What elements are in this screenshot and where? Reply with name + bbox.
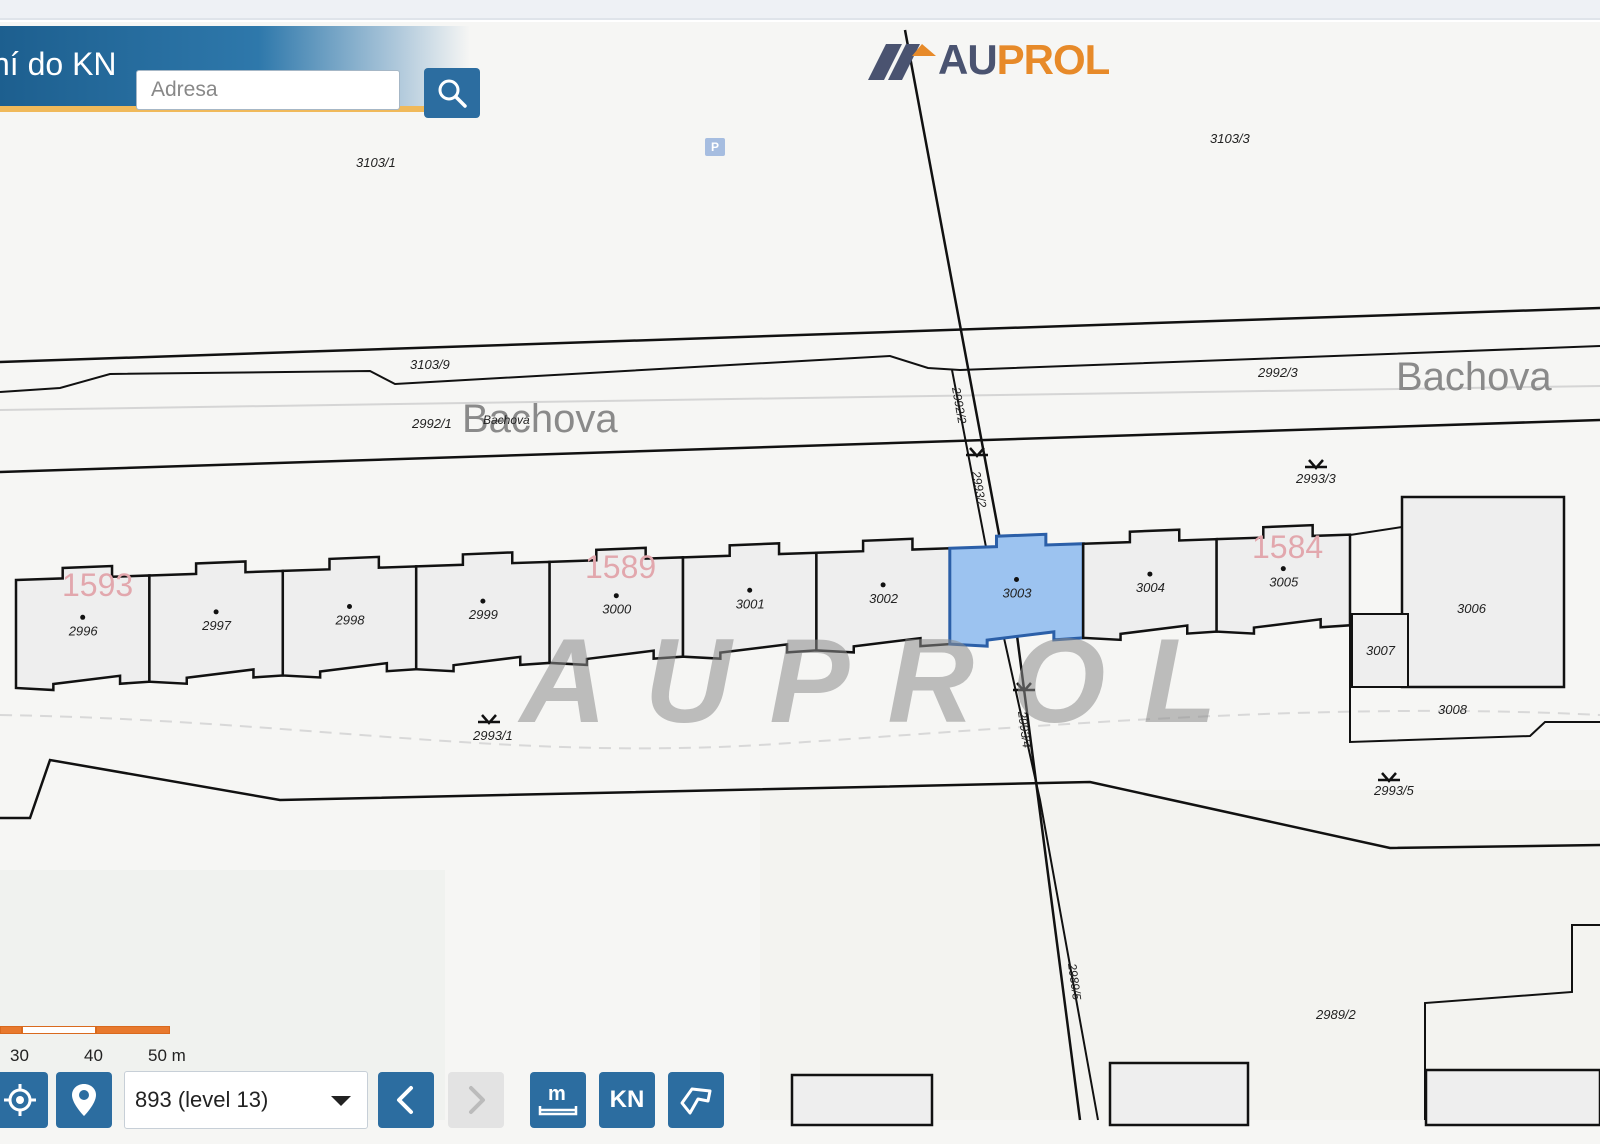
building-label-2998: 2998 — [335, 612, 366, 627]
parcel-label-2993-1: 2993/1 — [472, 728, 513, 743]
chevron-right-icon — [469, 1086, 485, 1114]
parcel-label-3103-1: 3103/1 — [356, 155, 396, 170]
watermark: AUPROL — [520, 614, 1255, 748]
parcel-label-3103-9: 3103/9 — [410, 357, 450, 372]
scale-label-40: 40 — [84, 1046, 103, 1065]
building-label-3001: 3001 — [736, 596, 765, 611]
parcel-label-2992-1: 2992/1 — [411, 416, 452, 431]
building-label-2997: 2997 — [201, 618, 232, 633]
parcel-label-3006: 3006 — [1457, 601, 1487, 616]
building-point-2997 — [213, 609, 219, 615]
search-icon — [438, 79, 467, 108]
building-point-2999 — [480, 598, 486, 604]
address-search-panel: ní do KN Adresa — [0, 26, 480, 118]
measure-icon-letter: m — [548, 1083, 566, 1105]
chevron-down-icon — [331, 1096, 351, 1106]
scale-segment-1 — [0, 1026, 22, 1034]
building-south-2 — [1108, 1061, 1250, 1127]
scale-label-50m: 50 m — [148, 1046, 186, 1065]
cadastral-map[interactable]: 2996 2997 2998 2999 3000 3001 3002 3003 3004 3005… — [0, 22, 1600, 1144]
building-point-2996 — [80, 614, 86, 620]
building-south-3 — [1424, 1068, 1600, 1127]
parcel-label-2989-2: 2989/2 — [1315, 1007, 1357, 1022]
measure-button[interactable]: m — [530, 1072, 586, 1128]
zoom-level-select[interactable]: 893 (level 13) — [124, 1071, 368, 1129]
building-point-3005 — [1280, 566, 1286, 572]
building-point-3004 — [1147, 571, 1153, 577]
logo-text-left: AU — [938, 36, 998, 83]
ruler-icon: m — [538, 1083, 578, 1116]
street-name-right: Bachova — [1396, 355, 1552, 399]
next-view-button[interactable] — [448, 1072, 504, 1128]
top-browser-strip — [0, 0, 1600, 20]
parcel-label-2993-5: 2993/5 — [1373, 783, 1415, 798]
place-marker-button[interactable] — [56, 1072, 112, 1128]
scale-label-30: 30 — [10, 1046, 29, 1065]
scale-segment-2 — [22, 1026, 96, 1034]
crosshair-icon — [4, 1084, 36, 1116]
building-point-3003 — [1014, 576, 1019, 582]
building-3006-outline — [1400, 495, 1566, 689]
parcel-label-3103-3: 3103/3 — [1210, 131, 1251, 146]
logo-text-right: PROL — [996, 36, 1111, 83]
area-select-button[interactable] — [668, 1072, 724, 1128]
parcel-label-2992-3: 2992/3 — [1257, 365, 1299, 380]
parcel-label-3008: 3008 — [1438, 702, 1468, 717]
cadastre-kn-button[interactable]: KN — [599, 1072, 655, 1128]
scale-bar — [0, 1026, 170, 1036]
building-point-3000 — [613, 593, 619, 599]
parking-icon: P — [705, 138, 725, 156]
parcel-label-3007: 3007 — [1366, 643, 1396, 658]
sheet-number-right: 1584 — [1252, 529, 1323, 565]
building-label-2996: 2996 — [68, 623, 99, 638]
building-label-2999: 2999 — [468, 607, 498, 622]
building-south-1 — [790, 1073, 934, 1127]
sheet-number-left: 1593 — [62, 567, 133, 603]
parcel-label-2993-3: 2993/3 — [1295, 471, 1337, 486]
zoom-level-value: 893 (level 13) — [135, 1087, 269, 1112]
chevron-left-icon — [397, 1086, 413, 1114]
building-label-3005: 3005 — [1269, 575, 1299, 590]
sheet-number-middle: 1589 — [585, 549, 656, 585]
auprol-logo: AUPROL — [868, 36, 1130, 88]
building-label-3002: 3002 — [869, 591, 899, 606]
scale-segment-3 — [96, 1026, 170, 1034]
building-label-3004: 3004 — [1136, 580, 1165, 595]
street-name-small: Bachova — [483, 413, 530, 427]
locate-me-button[interactable] — [0, 1072, 48, 1128]
building-point-3001 — [747, 587, 753, 593]
kn-label: KN — [609, 1086, 645, 1113]
address-search-input[interactable]: Adresa — [136, 70, 400, 110]
building-label-3003: 3003 — [1003, 585, 1033, 600]
map-pin-icon — [72, 1084, 96, 1116]
logo-mark-icon — [868, 44, 936, 80]
polygon-select-icon — [680, 1087, 712, 1115]
logo-text: AUPROL — [938, 36, 1111, 84]
panel-title: ní do KN — [0, 46, 117, 82]
search-button[interactable] — [424, 68, 480, 118]
previous-view-button[interactable] — [378, 1072, 434, 1128]
building-point-3002 — [880, 582, 886, 588]
building-point-2998 — [347, 603, 352, 609]
